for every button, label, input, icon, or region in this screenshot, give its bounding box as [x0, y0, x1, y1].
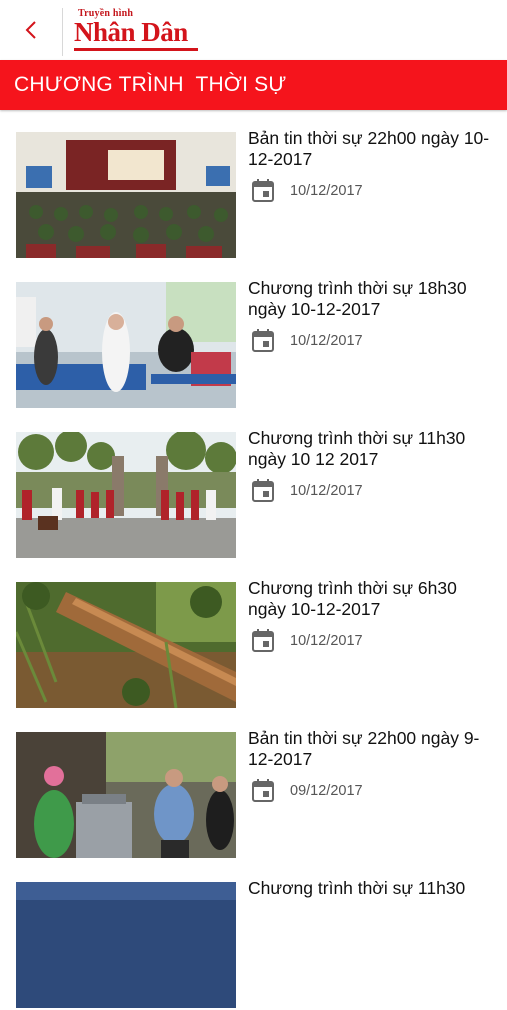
news-item[interactable]: Chương trình thời sự 11h30 — [0, 860, 507, 1010]
news-thumbnail[interactable] — [16, 732, 236, 858]
news-date: 10/12/2017 — [290, 633, 363, 649]
app-header: Truyền hình Nhân Dân — [0, 0, 507, 60]
brand-logo[interactable]: Truyền hình Nhân Dân — [74, 8, 204, 54]
news-thumbnail[interactable] — [16, 882, 236, 1008]
news-date: 10/12/2017 — [290, 183, 363, 199]
news-date: 09/12/2017 — [290, 783, 363, 799]
calendar-icon — [252, 629, 274, 652]
news-date: 10/12/2017 — [290, 483, 363, 499]
news-thumbnail[interactable] — [16, 582, 236, 708]
news-item[interactable]: Chương trình thời sự 6h30 ngày 10-12-201… — [0, 560, 507, 710]
news-item[interactable]: Chương trình thời sự 18h30 ngày 10-12-20… — [0, 260, 507, 410]
section-title: CHƯƠNG TRÌNH THỜI SỰ — [14, 73, 287, 96]
news-date: 10/12/2017 — [290, 333, 363, 349]
chevron-left-icon — [25, 21, 36, 39]
news-title[interactable]: Chương trình thời sự 18h30 ngày 10-12-20… — [248, 278, 493, 320]
news-item[interactable]: Bản tin thời sự 22h00 ngày 9-12-2017 09/… — [0, 710, 507, 860]
back-button[interactable] — [14, 12, 50, 48]
calendar-icon — [252, 479, 274, 502]
calendar-icon — [252, 779, 274, 802]
news-title[interactable]: Chương trình thời sự 11h30 — [248, 878, 493, 899]
logo-big-text: Nhân Dân — [74, 17, 188, 47]
news-title[interactable]: Chương trình thời sự 6h30 ngày 10-12-201… — [248, 578, 493, 620]
news-title[interactable]: Bản tin thời sự 22h00 ngày 10-12-2017 — [248, 128, 493, 170]
header-divider — [62, 8, 63, 56]
section-header: CHƯƠNG TRÌNH THỜI SỰ — [0, 60, 507, 110]
news-thumbnail[interactable] — [16, 132, 236, 258]
calendar-icon — [252, 179, 274, 202]
news-title[interactable]: Bản tin thời sự 22h00 ngày 9-12-2017 — [248, 728, 493, 770]
logo-underline — [74, 48, 198, 51]
news-thumbnail[interactable] — [16, 282, 236, 408]
news-item[interactable]: Chương trình thời sự 11h30 ngày 10 12 20… — [0, 410, 507, 560]
news-thumbnail[interactable] — [16, 432, 236, 558]
news-item[interactable]: Bản tin thời sự 22h00 ngày 10-12-2017 10… — [0, 110, 507, 260]
calendar-icon — [252, 329, 274, 352]
news-title[interactable]: Chương trình thời sự 11h30 ngày 10 12 20… — [248, 428, 493, 470]
